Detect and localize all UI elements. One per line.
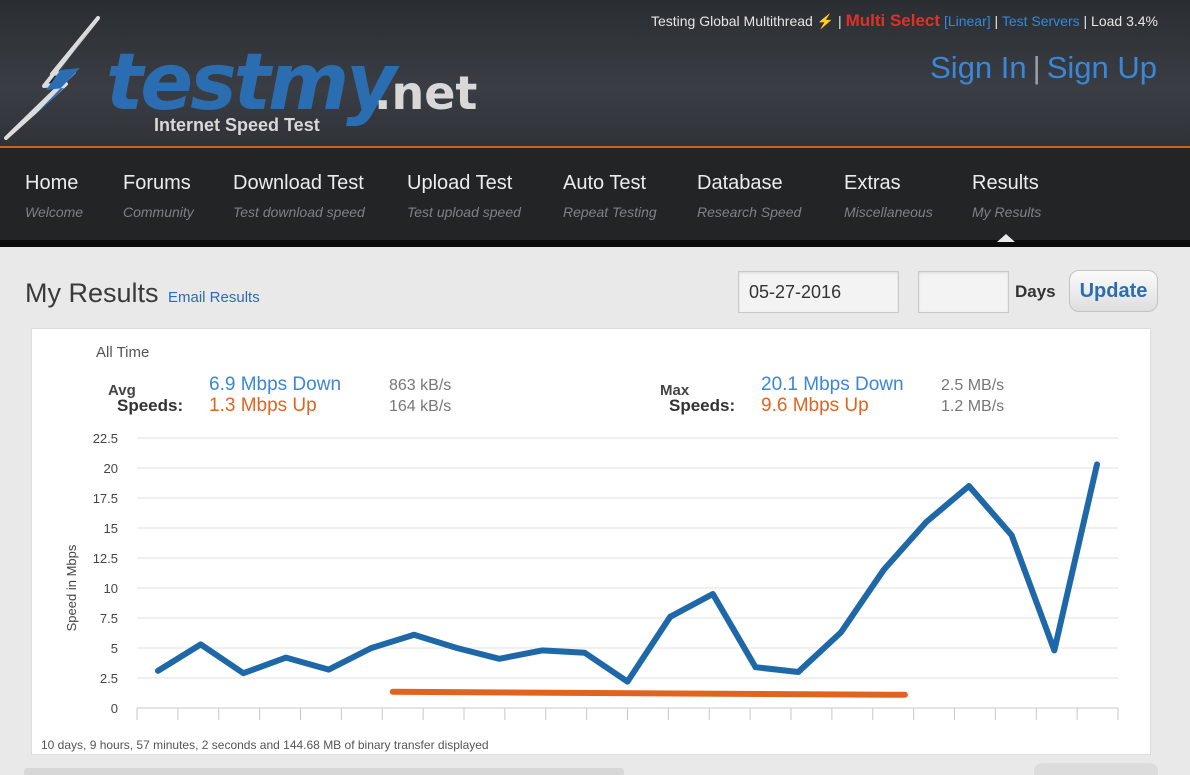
y-tick-label: 2.5 <box>100 671 118 686</box>
series-down-point <box>1094 461 1100 467</box>
series-up-line <box>389 688 908 698</box>
series-down-point <box>454 645 460 651</box>
sign-in-link[interactable]: Sign In <box>930 50 1027 85</box>
days-input[interactable] <box>918 271 1009 313</box>
series-down-point <box>795 669 801 675</box>
avg-up-alt: 164 kB/s <box>389 398 452 415</box>
test-servers-link[interactable]: Test Servers <box>1002 13 1080 29</box>
series-down-point <box>240 670 246 676</box>
series-down-point <box>411 632 417 638</box>
max-up-alt: 1.2 MB/s <box>941 398 1005 415</box>
max-speeds-label: Speeds: <box>669 396 736 415</box>
email-results-link[interactable]: Email Results <box>168 289 260 306</box>
logo-tagline: Internet Speed Test <box>154 115 320 135</box>
multi-select-link[interactable]: Multi Select <box>846 11 940 30</box>
linear-link[interactable]: [Linear] <box>944 13 991 29</box>
series-down-point <box>539 647 545 653</box>
y-tick-label: 5 <box>111 641 118 656</box>
y-tick-label: 0 <box>111 701 118 716</box>
series-down-point <box>326 667 332 673</box>
speed-line-chart: 0 2.5 5 7.5 10 12.5 15 17.5 20 22.5 Speed in Mbps <box>64 431 1119 720</box>
date-input[interactable] <box>738 271 899 313</box>
logo-wordmark: testmy <box>106 38 397 128</box>
transfer-summary-note: 10 days, 9 hours, 57 minutes, 2 seconds … <box>41 738 489 752</box>
series-down-point <box>1051 647 1057 653</box>
series-down-point <box>838 629 844 635</box>
nav-item-upload-test[interactable]: Upload Test Test upload speed <box>407 172 521 220</box>
bolt-icon: ⚡ <box>816 13 835 29</box>
avg-speeds-label: Speeds: <box>117 396 184 415</box>
series-up-point <box>390 689 396 695</box>
series-down-point <box>155 668 161 674</box>
series-down-point <box>881 567 887 573</box>
site-header: testmy .net Internet Speed Test Testing … <box>0 0 1190 148</box>
y-tick-label: 20 <box>104 461 118 476</box>
series-down-point <box>753 664 759 670</box>
site-logo[interactable]: testmy .net Internet Speed Test <box>2 14 482 142</box>
y-tick-label: 7.5 <box>100 611 118 626</box>
lightning-bolt-icon <box>4 16 100 140</box>
testing-mode-text: Testing Global Multithread <box>650 13 813 29</box>
sign-up-link[interactable]: Sign Up <box>1047 50 1157 85</box>
series-down-line <box>155 461 1100 685</box>
series-down-point <box>710 591 716 597</box>
nav-item-auto-test[interactable]: Auto Test Repeat Testing <box>563 172 657 220</box>
bottom-tab-strip <box>24 768 624 775</box>
series-down-point <box>966 483 972 489</box>
avg-up-value: 1.3 Mbps Up <box>209 395 317 416</box>
main-nav: Home Welcome Forums Community Download T… <box>0 148 1190 240</box>
max-up-value: 9.6 Mbps Up <box>761 395 869 416</box>
series-down-point <box>667 614 673 620</box>
y-tick-label: 12.5 <box>93 551 118 566</box>
series-down-point <box>582 650 588 656</box>
logo-tld: .net <box>374 66 478 120</box>
series-up-point <box>902 692 908 698</box>
y-tick-label: 17.5 <box>93 491 118 506</box>
avg-down-value: 6.9 Mbps Down <box>209 374 342 395</box>
series-down-point <box>923 519 929 525</box>
max-down-value: 20.1 Mbps Down <box>761 374 904 395</box>
top-status-bar: Testing Global Multithread ⚡ | Multi Sel… <box>650 11 1158 30</box>
nav-item-database[interactable]: Database Research Speed <box>697 172 801 220</box>
y-tick-label: 10 <box>104 581 118 596</box>
nav-item-download-test[interactable]: Download Test Test download speed <box>233 172 365 220</box>
nav-item-results[interactable]: Results My Results <box>972 172 1041 220</box>
update-button[interactable]: Update <box>1069 270 1158 312</box>
bottom-button <box>1034 763 1158 775</box>
active-nav-pointer <box>997 234 1015 242</box>
y-tick-label: 15 <box>104 521 118 536</box>
series-down-point <box>625 679 630 685</box>
page-title: My Results <box>25 278 159 308</box>
series-down-point <box>283 655 289 661</box>
nav-item-extras[interactable]: Extras Miscellaneous <box>844 172 933 220</box>
series-down-point <box>496 656 502 662</box>
nav-item-home[interactable]: Home Welcome <box>25 172 83 220</box>
nav-item-forums[interactable]: Forums Community <box>123 172 194 220</box>
max-down-alt: 2.5 MB/s <box>941 377 1005 394</box>
series-down-point <box>368 645 374 651</box>
series-down-point <box>1009 532 1015 538</box>
period-label: All Time <box>96 344 150 361</box>
series-down-point <box>198 641 204 647</box>
y-axis-title: Speed in Mbps <box>64 544 79 631</box>
avg-down-alt: 863 kB/s <box>389 377 452 394</box>
days-label: Days <box>1015 282 1056 301</box>
load-indicator: Load 3.4% <box>1091 13 1158 29</box>
auth-links: Sign In | Sign Up <box>930 50 1157 85</box>
y-tick-label: 22.5 <box>93 431 118 446</box>
